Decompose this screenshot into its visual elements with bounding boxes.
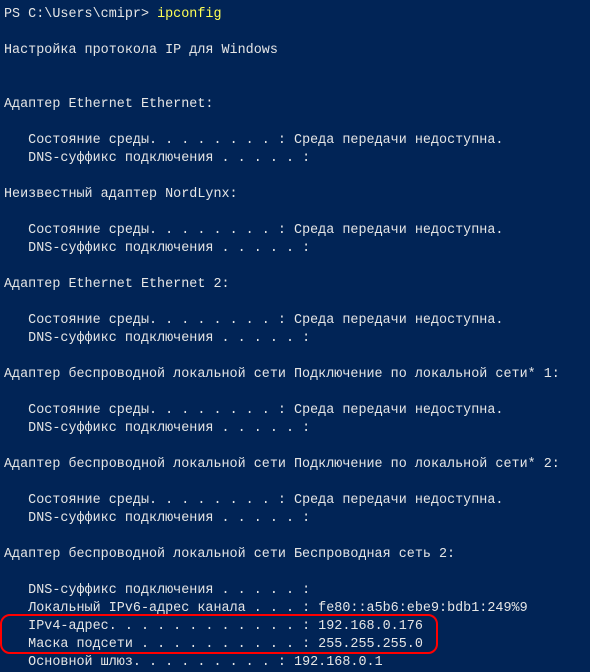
default-gateway: Основной шлюз. . . . . . . . . : 192.168… — [28, 655, 382, 670]
adapter-title: Адаптер беспроводной локальной сети Подк… — [4, 367, 560, 382]
media-state: Состояние среды. . . . . . . . : Среда п… — [28, 313, 503, 328]
adapter-title: Адаптер Ethernet Ethernet: — [4, 97, 213, 112]
ps-prompt: PS C:\Users\cmipr> — [4, 7, 157, 22]
typed-command: ipconfig — [157, 7, 221, 22]
dns-suffix: DNS-суффикс подключения . . . . . : — [28, 331, 310, 346]
dns-suffix: DNS-суффикс подключения . . . . . : — [28, 511, 310, 526]
media-state: Состояние среды. . . . . . . . : Среда п… — [28, 493, 503, 508]
dns-suffix: DNS-суффикс подключения . . . . . : — [28, 151, 310, 166]
section-header: Настройка протокола IP для Windows — [4, 43, 278, 58]
adapter-title: Адаптер беспроводной локальной сети Бесп… — [4, 547, 455, 562]
dns-suffix: DNS-суффикс подключения . . . . . : — [28, 241, 310, 256]
media-state: Состояние среды. . . . . . . . : Среда п… — [28, 133, 503, 148]
media-state: Состояние среды. . . . . . . . : Среда п… — [28, 223, 503, 238]
media-state: Состояние среды. . . . . . . . : Среда п… — [28, 403, 503, 418]
dns-suffix: DNS-суффикс подключения . . . . . : — [28, 583, 310, 598]
adapter-title: Адаптер Ethernet Ethernet 2: — [4, 277, 230, 292]
dns-suffix: DNS-суффикс подключения . . . . . : — [28, 421, 310, 436]
adapter-title: Адаптер беспроводной локальной сети Подк… — [4, 457, 560, 472]
adapter-title: Неизвестный адаптер NordLynx: — [4, 187, 238, 202]
powershell-terminal[interactable]: PS C:\Users\cmipr> ipconfig Настройка пр… — [0, 0, 590, 672]
ipv4-address: IPv4-адрес. . . . . . . . . . . . : 192.… — [28, 619, 423, 634]
link-local-ipv6: Локальный IPv6-адрес канала . . . : fe80… — [28, 601, 527, 616]
subnet-mask: Маска подсети . . . . . . . . . . : 255.… — [28, 637, 423, 652]
